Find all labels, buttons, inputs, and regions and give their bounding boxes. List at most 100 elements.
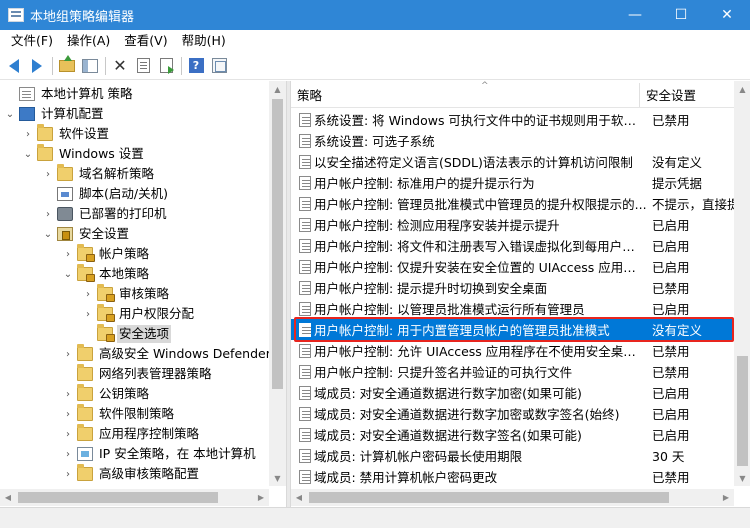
computer-icon bbox=[19, 107, 35, 121]
column-header-setting[interactable]: 安全设置 bbox=[640, 81, 736, 108]
tree-item-security-options[interactable]: 安全选项 bbox=[82, 324, 172, 344]
tree-horizontal-scrollbar[interactable]: ◀ ▶ bbox=[0, 489, 269, 506]
tree-item-ip-security[interactable]: › IP 安全策略，在 本地计算机 bbox=[62, 444, 258, 464]
expand-chevron-icon[interactable]: › bbox=[42, 204, 54, 224]
policy-row[interactable]: 用户帐户控制: 管理员批准模式中管理员的提升权限提示的... 不提示，直接提 bbox=[291, 193, 740, 214]
minimize-button[interactable]: — bbox=[612, 0, 658, 30]
view-button[interactable] bbox=[208, 55, 230, 77]
tree-item-computer-configuration[interactable]: ⌄ 计算机配置 bbox=[4, 104, 106, 124]
policy-row[interactable]: 用户帐户控制: 只提升签名并验证的可执行文件 已禁用 bbox=[291, 361, 734, 382]
app-icon bbox=[8, 8, 24, 22]
expand-chevron-icon[interactable]: › bbox=[62, 424, 74, 444]
menu-view[interactable]: 查看(V) bbox=[117, 30, 174, 52]
expand-chevron-icon[interactable]: › bbox=[62, 444, 74, 464]
policy-name: 系统设置: 可选子系统 bbox=[314, 134, 435, 149]
show-hide-tree-button[interactable] bbox=[79, 55, 101, 77]
tree-vertical-scrollbar[interactable]: ▲ ▼ bbox=[269, 81, 286, 486]
properties-button[interactable] bbox=[132, 55, 154, 77]
policy-row[interactable]: 用户帐户控制: 允许 UIAccess 应用程序在不使用安全桌面... 已禁用 bbox=[291, 340, 734, 361]
expand-chevron-icon[interactable]: › bbox=[62, 344, 74, 364]
tree-item-application-control[interactable]: › 应用程序控制策略 bbox=[62, 424, 201, 444]
expand-chevron-icon[interactable]: › bbox=[62, 404, 74, 424]
close-button[interactable]: ✕ bbox=[704, 0, 750, 30]
scroll-down-icon[interactable]: ▼ bbox=[734, 470, 750, 486]
tree-item-user-rights-assignment[interactable]: › 用户权限分配 bbox=[82, 304, 196, 324]
tree-item-local-computer-policy[interactable]: 本地计算机 策略 bbox=[4, 84, 134, 104]
policy-row[interactable]: 用户帐户控制: 检测应用程序安装并提示提升 已启用 bbox=[291, 214, 734, 235]
policy-setting: 已启用 bbox=[652, 386, 690, 401]
policy-row[interactable]: 域成员: 禁用计算机帐户密码更改 已禁用 bbox=[291, 466, 734, 487]
policy-row[interactable]: 域成员: 对安全通道数据进行数字签名(如果可能) 已启用 bbox=[291, 424, 734, 445]
column-header-policy[interactable]: 策略 bbox=[291, 81, 639, 108]
collapse-chevron-icon[interactable]: ⌄ bbox=[62, 264, 74, 284]
scroll-left-icon[interactable]: ◀ bbox=[291, 489, 307, 506]
tree-item-deployed-printers[interactable]: › 已部署的打印机 bbox=[42, 204, 169, 224]
maximize-button[interactable]: ☐ bbox=[658, 0, 704, 30]
policy-row[interactable]: 域成员: 对安全通道数据进行数字加密(如果可能) 已启用 bbox=[291, 382, 734, 403]
scroll-up-icon[interactable]: ▲ bbox=[734, 81, 750, 97]
delete-icon: ✕ bbox=[113, 55, 127, 75]
tree-item-network-list-manager[interactable]: 网络列表管理器策略 bbox=[62, 364, 214, 384]
scroll-right-icon[interactable]: ▶ bbox=[718, 489, 734, 506]
policy-setting: 已禁用 bbox=[652, 470, 690, 485]
tree-item-name-resolution-policy[interactable]: › 域名解析策略 bbox=[42, 164, 156, 184]
tree-item-windows-defender-firewall[interactable]: › 高级安全 Windows Defender bbox=[62, 344, 273, 364]
policy-row[interactable]: 用户帐户控制: 将文件和注册表写入错误虚拟化到每用户位置 已启用 bbox=[291, 235, 734, 256]
policy-item-icon bbox=[299, 322, 311, 337]
tree-item-software-restriction[interactable]: › 软件限制策略 bbox=[62, 404, 176, 424]
scroll-down-icon[interactable]: ▼ bbox=[269, 470, 286, 486]
menu-file[interactable]: 文件(F) bbox=[4, 30, 60, 52]
policy-row[interactable]: 用户帐户控制: 标准用户的提升提示行为 提示凭据 bbox=[291, 172, 734, 193]
policy-row[interactable]: 系统设置: 可选子系统 bbox=[291, 130, 734, 151]
policy-row[interactable]: 用户帐户控制: 提示提升时切换到安全桌面 已禁用 bbox=[291, 277, 734, 298]
policy-item-icon bbox=[299, 280, 311, 295]
scroll-up-icon[interactable]: ▲ bbox=[269, 81, 286, 97]
menu-help[interactable]: 帮助(H) bbox=[175, 30, 233, 52]
menu-action[interactable]: 操作(A) bbox=[60, 30, 117, 52]
tree-item-security-settings[interactable]: ⌄ 安全设置 bbox=[42, 224, 131, 244]
policy-row[interactable]: 域成员: 对安全通道数据进行数字加密或数字签名(始终) 已启用 bbox=[291, 403, 734, 424]
expand-chevron-icon[interactable]: › bbox=[62, 464, 74, 484]
export-list-button[interactable] bbox=[155, 55, 177, 77]
tree-item-account-policies[interactable]: › 帐户策略 bbox=[62, 244, 151, 264]
help-button[interactable]: ? bbox=[185, 55, 207, 77]
tree-item-label: 软件限制策略 bbox=[99, 406, 175, 421]
tree-expander[interactable] bbox=[4, 84, 16, 104]
tree-item-local-policies[interactable]: ⌄ 本地策略 bbox=[62, 264, 151, 284]
back-button[interactable] bbox=[3, 55, 25, 77]
tree-item-advanced-audit[interactable]: › 高级审核策略配置 bbox=[62, 464, 201, 484]
list-vertical-scrollbar[interactable]: ▲ ▼ bbox=[734, 81, 750, 486]
policy-row[interactable]: 用户帐户控制: 仅提升安装在安全位置的 UIAccess 应用程序 已启用 bbox=[291, 256, 734, 277]
expand-chevron-icon[interactable]: › bbox=[62, 384, 74, 404]
tree-item-audit-policy[interactable]: › 审核策略 bbox=[82, 284, 171, 304]
expand-chevron-icon[interactable]: › bbox=[82, 304, 94, 324]
expand-chevron-icon[interactable]: › bbox=[62, 244, 74, 264]
collapse-chevron-icon[interactable]: ⌄ bbox=[4, 104, 16, 124]
expand-chevron-icon[interactable]: › bbox=[22, 124, 34, 144]
list-scroll-thumb[interactable] bbox=[737, 356, 748, 466]
policy-name: 域成员: 对安全通道数据进行数字签名(如果可能) bbox=[314, 428, 582, 443]
policy-row[interactable]: 系统设置: 将 Windows 可执行文件中的证书规则用于软件... 已禁用 bbox=[291, 109, 734, 130]
list-horizontal-scrollbar[interactable]: ◀ ▶ bbox=[291, 489, 734, 506]
tree-hscroll-thumb[interactable] bbox=[18, 492, 218, 503]
delete-button[interactable]: ✕ bbox=[109, 55, 131, 77]
up-level-button[interactable] bbox=[56, 54, 78, 77]
collapse-chevron-icon[interactable]: ⌄ bbox=[42, 224, 54, 244]
tree-scroll-thumb[interactable] bbox=[272, 99, 283, 389]
tree-item-windows-settings[interactable]: ⌄ Windows 设置 bbox=[22, 144, 146, 164]
expand-chevron-icon[interactable]: › bbox=[82, 284, 94, 304]
policy-row[interactable]: 以安全描述符定义语言(SDDL)语法表示的计算机访问限制 没有定义 bbox=[291, 151, 734, 172]
scroll-left-icon[interactable]: ◀ bbox=[0, 489, 16, 506]
policy-row-selected[interactable]: 用户帐户控制: 用于内置管理员帐户的管理员批准模式 没有定义 bbox=[291, 319, 734, 340]
policy-row[interactable]: 用户帐户控制: 以管理员批准模式运行所有管理员 已启用 bbox=[291, 298, 734, 319]
scroll-right-icon[interactable]: ▶ bbox=[253, 489, 269, 506]
tree-item-software-settings[interactable]: › 软件设置 bbox=[22, 124, 111, 144]
forward-button[interactable] bbox=[26, 55, 48, 77]
collapse-chevron-icon[interactable]: ⌄ bbox=[22, 144, 34, 164]
folder-icon bbox=[77, 364, 93, 381]
policy-row[interactable]: 域成员: 计算机帐户密码最长使用期限 30 天 bbox=[291, 445, 734, 466]
expand-chevron-icon[interactable]: › bbox=[42, 164, 54, 184]
tree-item-scripts[interactable]: 脚本(启动/关机) bbox=[42, 184, 170, 204]
tree-item-public-key-policies[interactable]: › 公钥策略 bbox=[62, 384, 151, 404]
list-hscroll-thumb[interactable] bbox=[309, 492, 669, 503]
